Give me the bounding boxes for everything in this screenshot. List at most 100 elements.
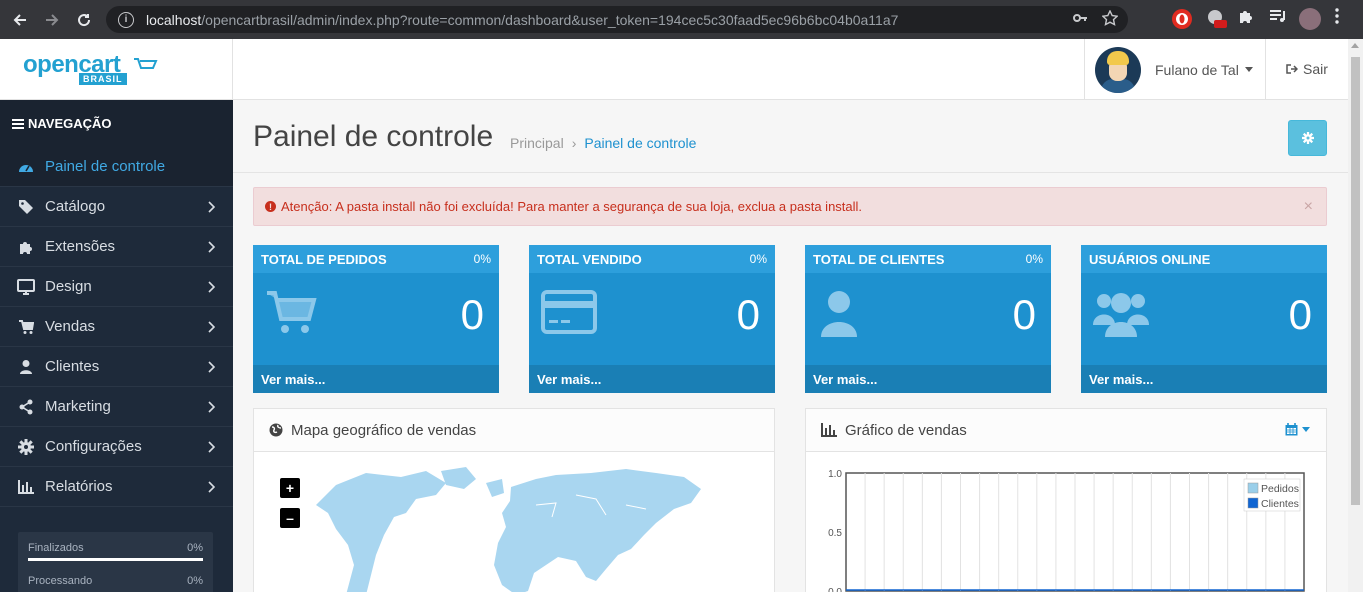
media-queue-icon[interactable] — [1269, 8, 1287, 24]
star-icon[interactable] — [1101, 9, 1119, 31]
tile-value: 0 — [1012, 291, 1036, 338]
map-panel-header: Mapa geográfico de vendas — [254, 409, 774, 452]
chevron-right-icon — [207, 240, 216, 257]
y-tick-label: 0.5 — [828, 528, 842, 539]
arrow-right-icon — [46, 14, 59, 26]
sidebar: NAVEGAÇÃO Painel de controle Catálogo Ex… — [0, 100, 233, 592]
progress-bar — [28, 558, 203, 561]
dashboard-icon — [17, 158, 35, 176]
arrow-left-icon — [13, 14, 26, 26]
tags-icon — [17, 198, 35, 216]
more-menu-icon[interactable] — [1335, 8, 1339, 24]
stat-finalizados: Finalizados 0% — [28, 542, 203, 554]
zoom-in-button[interactable]: + — [280, 478, 300, 498]
tile-link[interactable]: Ver mais... — [1081, 365, 1327, 393]
breadcrumb-separator: › — [571, 135, 577, 151]
chevron-right-icon — [207, 320, 216, 337]
credit-card-icon — [541, 289, 597, 340]
user-name: Fulano de Tal — [1155, 61, 1239, 78]
tile-link[interactable]: Ver mais... — [253, 365, 499, 393]
hamburger-icon — [12, 118, 24, 129]
chart-panel: Gráfico de vendas 1.0 0.5 0.0 Pedidos Client… — [805, 408, 1327, 592]
forward-button[interactable] — [37, 5, 67, 35]
zoom-out-button[interactable]: – — [280, 508, 300, 528]
tile-total-pedidos: TOTAL DE PEDIDOS 0% 0 Ver mais... — [253, 245, 499, 393]
chart-panel-title: Gráfico de vendas — [845, 421, 967, 439]
user-menu[interactable]: Fulano de Tal — [1084, 39, 1266, 100]
address-bar[interactable]: i localhost/opencartbrasil/admin/index.p… — [106, 6, 1128, 33]
divider — [233, 172, 1348, 173]
extension-opera-icon[interactable] — [1171, 8, 1193, 30]
sidebar-item-extensoes[interactable]: Extensões — [0, 227, 233, 267]
y-tick-label: 1.0 — [828, 469, 842, 480]
reload-button[interactable] — [69, 5, 99, 35]
logo[interactable]: opencart BRASIL — [0, 39, 233, 100]
sales-chart[interactable]: 1.0 0.5 0.0 Pedidos Clientes — [806, 453, 1326, 592]
tile-link[interactable]: Ver mais... — [805, 365, 1051, 393]
stat-processando: Processando 0% — [28, 575, 203, 587]
nav-title: NAVEGAÇÃO — [0, 100, 233, 147]
sidebar-item-configuracoes[interactable]: Configurações — [0, 427, 233, 467]
date-range-dropdown[interactable] — [1285, 423, 1310, 436]
tile-link[interactable]: Ver mais... — [529, 365, 775, 393]
puzzle-icon[interactable] — [1238, 8, 1254, 24]
alert-text: Atenção: A pasta install não foi excluíd… — [281, 199, 863, 214]
chart-panel-header: Gráfico de vendas — [806, 409, 1326, 452]
legend-label: Clientes — [1261, 498, 1299, 510]
key-icon[interactable] — [1072, 10, 1088, 31]
info-icon[interactable]: i — [118, 11, 134, 28]
sign-out-icon — [1286, 64, 1298, 74]
tile-title: TOTAL VENDIDO — [537, 251, 642, 267]
chevron-right-icon — [207, 360, 216, 377]
scrollbar-thumb[interactable] — [1351, 57, 1360, 505]
users-icon — [1093, 289, 1149, 344]
tile-total-clientes: TOTAL DE CLIENTES 0% 0 Ver mais... — [805, 245, 1051, 393]
page-title: Painel de controle — [253, 120, 494, 153]
logo-subtitle: BRASIL — [79, 73, 127, 85]
chevron-right-icon — [207, 280, 216, 297]
logo-cart-icon — [134, 58, 158, 69]
close-icon[interactable]: × — [1304, 198, 1313, 216]
tile-title: TOTAL DE CLIENTES — [813, 251, 945, 267]
user-icon — [17, 358, 35, 376]
calendar-icon — [1285, 423, 1298, 436]
breadcrumb-home[interactable]: Principal — [510, 135, 564, 151]
profile-avatar[interactable] — [1299, 8, 1321, 30]
cart-icon — [265, 289, 317, 342]
world-map[interactable] — [306, 465, 706, 592]
page-scrollbar[interactable] — [1348, 39, 1363, 592]
back-button[interactable] — [5, 5, 35, 35]
sidebar-item-clientes[interactable]: Clientes — [0, 347, 233, 387]
main-content: Painel de controle Principal › Painel de… — [233, 100, 1348, 592]
tile-percent: 0% — [473, 252, 491, 266]
exclamation-circle-icon: ! — [265, 201, 276, 212]
legend-swatch — [1247, 482, 1259, 494]
chevron-right-icon — [207, 480, 216, 497]
chevron-right-icon — [207, 200, 216, 217]
sidebar-item-marketing[interactable]: Marketing — [0, 387, 233, 427]
sidebar-item-vendas[interactable]: Vendas — [0, 307, 233, 347]
caret-down-icon — [1244, 67, 1253, 72]
settings-button[interactable] — [1288, 120, 1327, 156]
sidebar-item-catalogo[interactable]: Catálogo — [0, 187, 233, 227]
scroll-up-arrow[interactable] — [1351, 43, 1359, 48]
tile-percent: 0% — [749, 252, 767, 266]
tile-total-vendido: TOTAL VENDIDO 0% 0 Ver mais... — [529, 245, 775, 393]
chevron-right-icon — [207, 440, 216, 457]
breadcrumb-current[interactable]: Painel de controle — [584, 135, 696, 151]
url-text: localhost/opencartbrasil/admin/index.php… — [146, 11, 899, 28]
sidebar-item-design[interactable]: Design — [0, 267, 233, 307]
tile-title: USUÁRIOS ONLINE — [1089, 251, 1211, 267]
caret-down-icon — [1302, 427, 1310, 432]
cart-icon — [17, 318, 35, 336]
sidebar-item-relatorios[interactable]: Relatórios — [0, 467, 233, 507]
user-icon — [817, 289, 861, 344]
logout-button[interactable]: Sair — [1286, 61, 1328, 77]
sidebar-item-painel-de-controle[interactable]: Painel de controle — [0, 147, 233, 187]
reload-icon — [78, 14, 91, 27]
alert-warning: ! Atenção: A pasta install não foi exclu… — [253, 187, 1327, 226]
bar-chart-icon — [821, 423, 837, 437]
extension-badge-icon[interactable] — [1206, 8, 1228, 30]
tile-value: 0 — [460, 291, 484, 338]
legend-swatch — [1247, 497, 1259, 509]
